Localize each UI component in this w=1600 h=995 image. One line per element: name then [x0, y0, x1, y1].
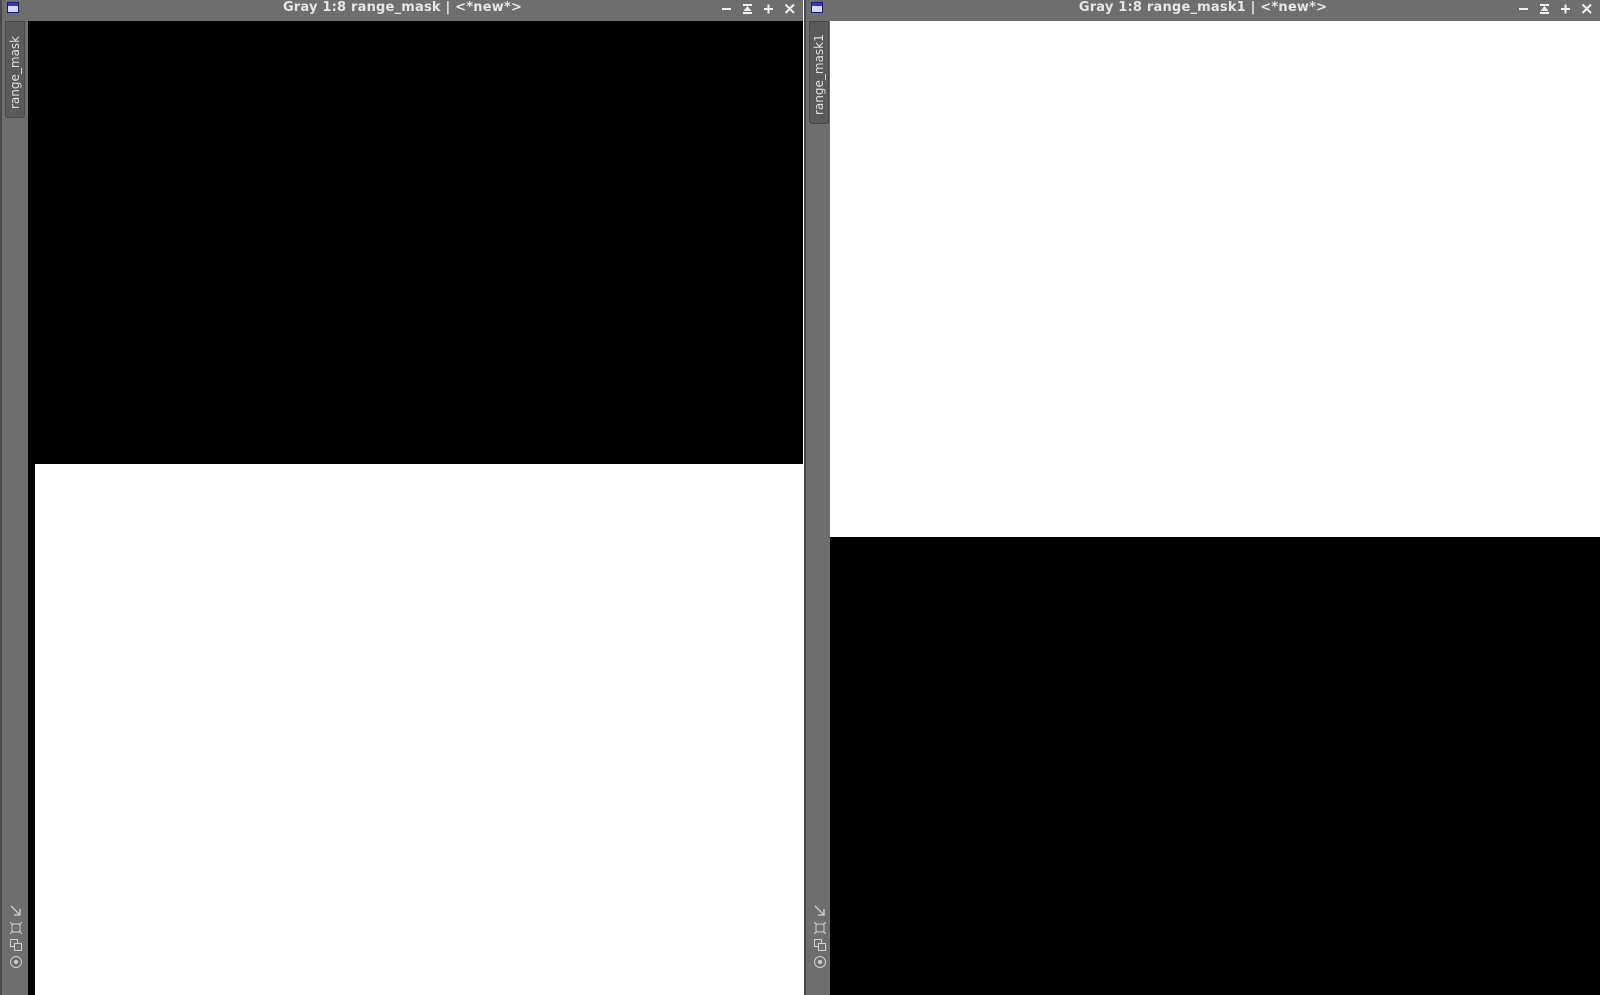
side-panel	[806, 21, 831, 995]
clone-icon	[10, 939, 22, 951]
fit-view-icon	[10, 905, 21, 916]
target-button[interactable]	[813, 954, 827, 968]
minimize-icon	[722, 8, 731, 10]
shade-icon	[743, 4, 752, 14]
clone-button[interactable]	[813, 937, 827, 951]
tab-label: range_mask1	[812, 34, 826, 115]
zoom-fit-button[interactable]	[9, 920, 23, 935]
image-window-range-mask1[interactable]: Gray 1:8 range_mask1 | <*new*> range_mas…	[804, 0, 1600, 995]
image-region-lower	[830, 537, 1600, 995]
tab-range-mask[interactable]: range_mask	[5, 21, 25, 118]
target-button[interactable]	[9, 954, 23, 968]
image-window-range-mask[interactable]: Gray 1:8 range_mask | <*new*> range_mask	[0, 0, 803, 995]
close-button[interactable]	[781, 1, 799, 17]
tab-label: range_mask	[8, 35, 22, 109]
minimize-button[interactable]	[1515, 1, 1533, 17]
close-button[interactable]	[1578, 1, 1596, 17]
fit-view-button[interactable]	[9, 903, 23, 917]
zoom-fit-icon	[813, 921, 827, 935]
tab-range-mask1[interactable]: range_mask1	[809, 21, 829, 124]
maximize-button[interactable]	[760, 1, 778, 17]
window-titlebar[interactable]: Gray 1:8 range_mask | <*new*>	[2, 0, 803, 21]
clone-button[interactable]	[9, 937, 23, 951]
zoom-fit-icon	[9, 921, 23, 935]
zoom-fit-button[interactable]	[813, 920, 827, 935]
maximize-icon	[764, 4, 773, 14]
shade-button[interactable]	[1536, 1, 1554, 17]
close-icon	[784, 3, 795, 14]
window-titlebar[interactable]: Gray 1:8 range_mask1 | <*new*>	[806, 0, 1600, 21]
close-icon	[1581, 3, 1592, 14]
image-canvas[interactable]	[830, 21, 1600, 995]
minimize-icon	[1519, 8, 1528, 10]
maximize-icon	[1561, 4, 1570, 14]
minimize-button[interactable]	[718, 1, 736, 17]
clone-icon	[814, 939, 826, 951]
target-icon	[814, 956, 826, 968]
image-region-upper	[28, 21, 803, 464]
shade-button[interactable]	[739, 1, 757, 17]
maximize-button[interactable]	[1557, 1, 1575, 17]
side-panel	[2, 21, 27, 995]
image-canvas[interactable]	[28, 21, 803, 995]
fit-view-icon	[814, 905, 825, 916]
target-icon	[10, 956, 22, 968]
window-title: Gray 1:8 range_mask1 | <*new*>	[1078, 0, 1328, 15]
shade-icon	[1540, 4, 1549, 14]
window-title: Gray 1:8 range_mask | <*new*>	[282, 0, 523, 15]
image-region-lower	[35, 464, 803, 995]
image-region-upper	[830, 21, 1600, 537]
fit-view-button[interactable]	[813, 903, 827, 917]
